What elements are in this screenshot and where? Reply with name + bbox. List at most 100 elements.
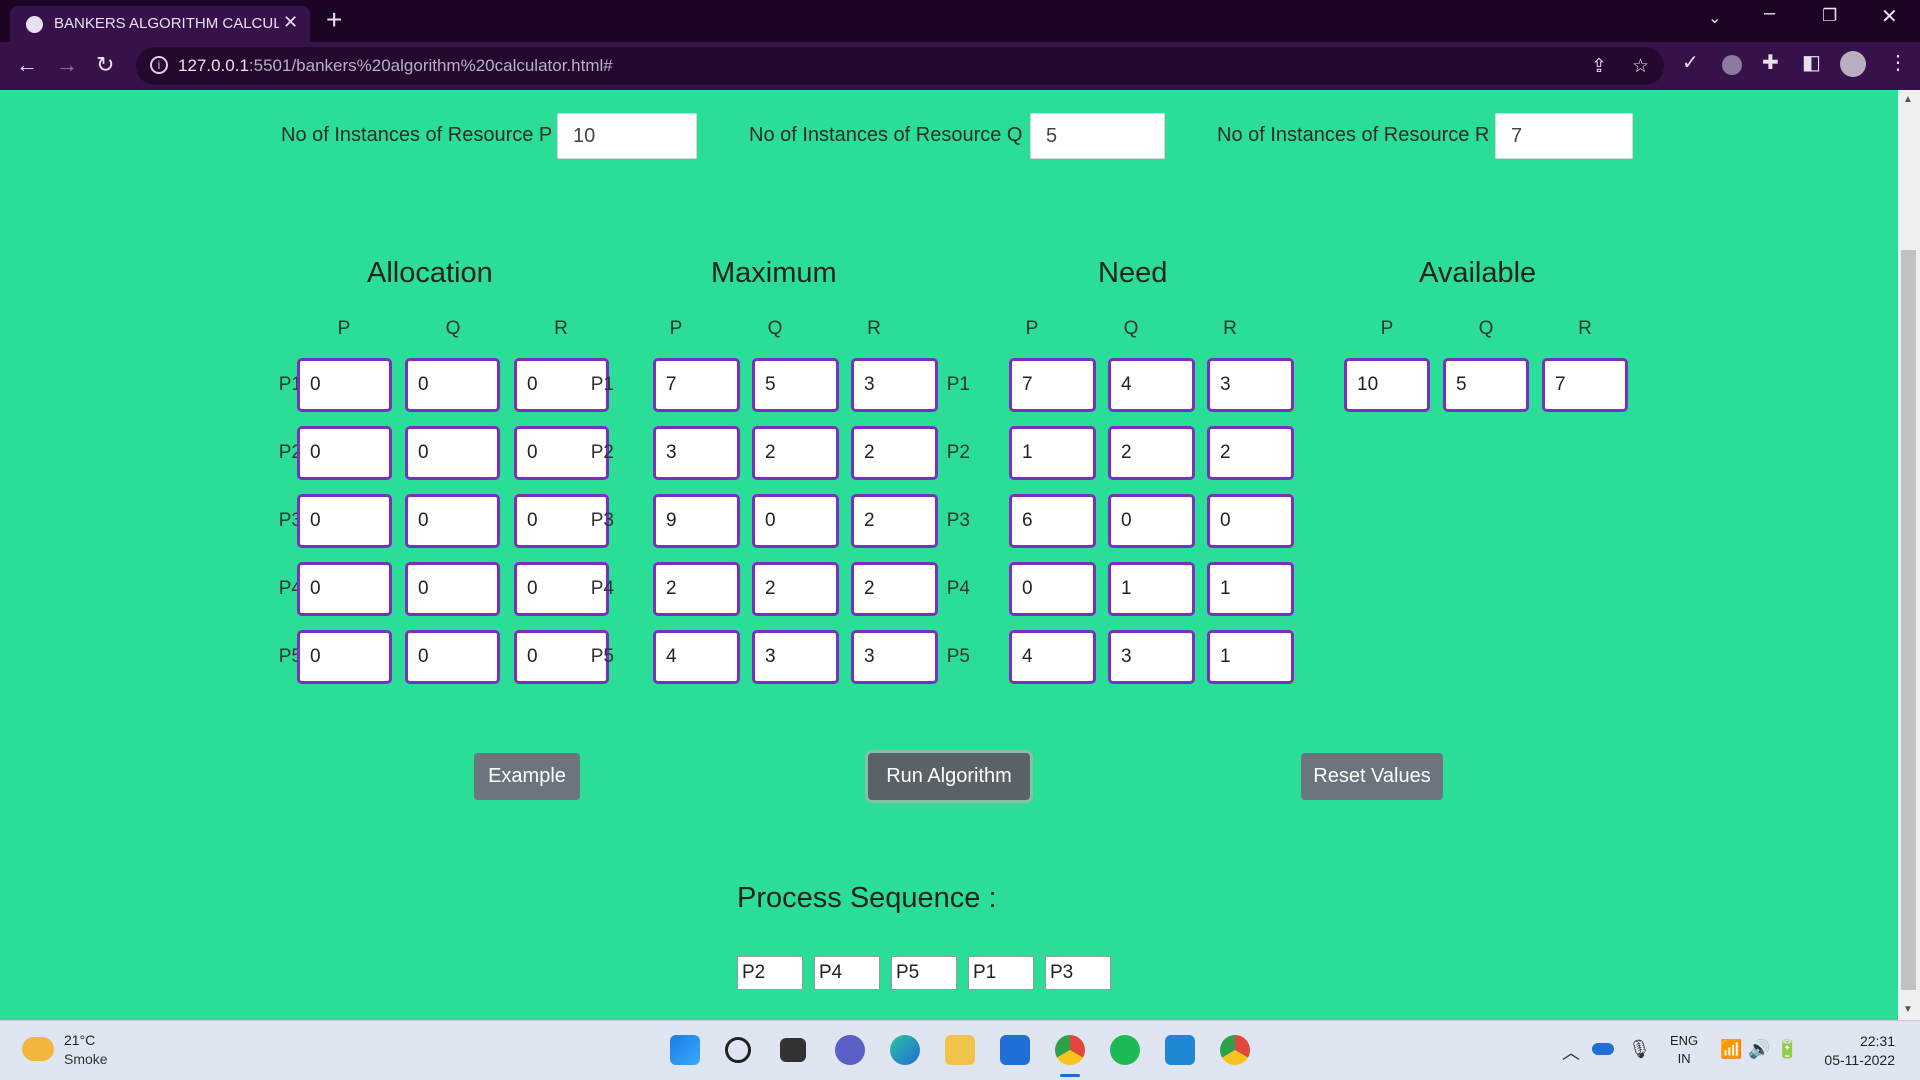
- need-cell[interactable]: [1108, 630, 1195, 684]
- maximum-cell[interactable]: [653, 630, 740, 684]
- restore-icon[interactable]: ❐: [1822, 6, 1837, 26]
- scroll-down-icon[interactable]: ▼: [1903, 1004, 1913, 1015]
- reload-icon[interactable]: ↻: [96, 52, 114, 78]
- maximum-cell[interactable]: [653, 358, 740, 412]
- need-cell[interactable]: [1108, 562, 1195, 616]
- maximum-cell[interactable]: [752, 426, 839, 480]
- maximum-cell[interactable]: [851, 358, 938, 412]
- sequence-box-5[interactable]: [1045, 956, 1111, 990]
- back-icon[interactable]: ←: [16, 52, 38, 78]
- maximum-cell[interactable]: [851, 426, 938, 480]
- allocation-cell[interactable]: [405, 358, 500, 412]
- volume-icon[interactable]: 🔊: [1748, 1039, 1770, 1060]
- profile-avatar[interactable]: [1840, 51, 1866, 77]
- file-explorer-icon[interactable]: [945, 1035, 975, 1065]
- resource-p-input[interactable]: [557, 113, 697, 159]
- share-icon[interactable]: ⇪: [1591, 55, 1607, 78]
- need-cell[interactable]: [1009, 358, 1096, 412]
- maximum-cell[interactable]: [752, 562, 839, 616]
- maximum-cell[interactable]: [752, 630, 839, 684]
- chrome-icon[interactable]: [1220, 1035, 1250, 1065]
- forward-icon[interactable]: →: [56, 52, 78, 78]
- side-panel-icon[interactable]: ◧: [1802, 50, 1821, 75]
- window-close-icon[interactable]: ✕: [1881, 4, 1898, 29]
- minimize-icon[interactable]: –: [1764, 2, 1775, 25]
- maximum-cell[interactable]: [851, 494, 938, 548]
- need-cell[interactable]: [1108, 426, 1195, 480]
- teams-chat-icon[interactable]: [835, 1035, 865, 1065]
- url-text[interactable]: 127.0.0.1:5501/bankers%20algorithm%20cal…: [178, 56, 613, 76]
- extensions-puzzle-icon[interactable]: ✚: [1762, 50, 1779, 75]
- need-cell[interactable]: [1009, 630, 1096, 684]
- mail-icon[interactable]: [1000, 1035, 1030, 1065]
- need-cell[interactable]: [1207, 426, 1294, 480]
- allocation-cell[interactable]: [405, 562, 500, 616]
- chrome-profile-icon[interactable]: [1055, 1035, 1085, 1065]
- edge-icon[interactable]: [890, 1035, 920, 1065]
- run-algorithm-button[interactable]: Run Algorithm: [868, 753, 1030, 800]
- allocation-cell[interactable]: [297, 630, 392, 684]
- browser-menu-icon[interactable]: ⋮: [1888, 50, 1908, 75]
- wifi-icon[interactable]: 📶: [1720, 1039, 1742, 1060]
- close-tab-icon[interactable]: ✕: [283, 12, 298, 33]
- weather-icon[interactable]: [22, 1037, 54, 1061]
- search-icon[interactable]: [725, 1037, 751, 1063]
- onedrive-icon[interactable]: [1592, 1043, 1614, 1055]
- allocation-cell[interactable]: [297, 494, 392, 548]
- maximum-cell[interactable]: [851, 630, 938, 684]
- allocation-cell[interactable]: [405, 630, 500, 684]
- extension-check-icon[interactable]: ✓: [1682, 50, 1699, 75]
- maximum-cell[interactable]: [653, 562, 740, 616]
- maximum-cell[interactable]: [653, 494, 740, 548]
- need-cell[interactable]: [1207, 562, 1294, 616]
- new-tab-icon[interactable]: +: [326, 5, 342, 35]
- allocation-cell[interactable]: [297, 358, 392, 412]
- vscode-icon[interactable]: [1165, 1035, 1195, 1065]
- maximum-cell[interactable]: [752, 494, 839, 548]
- sequence-box-1[interactable]: [737, 956, 803, 990]
- maximum-cell[interactable]: [653, 426, 740, 480]
- need-cell[interactable]: [1207, 494, 1294, 548]
- need-cell[interactable]: [1207, 630, 1294, 684]
- address-bar[interactable]: i 127.0.0.1:5501/bankers%20algorithm%20c…: [136, 47, 1664, 85]
- task-view-icon[interactable]: [780, 1038, 806, 1062]
- allocation-cell[interactable]: [405, 426, 500, 480]
- available-cell[interactable]: [1542, 358, 1628, 412]
- language-indicator[interactable]: ENG IN: [1670, 1032, 1698, 1068]
- allocation-cell[interactable]: [405, 494, 500, 548]
- clock[interactable]: 22:31 05-11-2022: [1810, 1032, 1895, 1070]
- need-cell[interactable]: [1009, 494, 1096, 548]
- browser-tab[interactable]: BANKERS ALGORITHM CALCULATOR ✕: [10, 6, 310, 42]
- scrollbar-thumb[interactable]: [1901, 250, 1916, 990]
- available-cell[interactable]: [1443, 358, 1529, 412]
- need-cell[interactable]: [1108, 494, 1195, 548]
- tab-search-chevron-icon[interactable]: ⌄: [1708, 8, 1721, 28]
- example-button[interactable]: Example: [474, 753, 580, 800]
- reset-values-button[interactable]: Reset Values: [1301, 753, 1443, 800]
- battery-icon[interactable]: 🔋: [1776, 1039, 1798, 1060]
- sequence-box-3[interactable]: [891, 956, 957, 990]
- scroll-up-icon[interactable]: ▲: [1903, 94, 1913, 105]
- site-info-icon[interactable]: i: [150, 56, 168, 74]
- clock-date: 05-11-2022: [1824, 1052, 1895, 1068]
- maximum-cell[interactable]: [851, 562, 938, 616]
- allocation-cell[interactable]: [297, 426, 392, 480]
- spotify-icon[interactable]: [1110, 1035, 1140, 1065]
- resource-r-input[interactable]: [1495, 113, 1633, 159]
- bookmark-star-icon[interactable]: ☆: [1632, 55, 1649, 78]
- extension-cursor-icon[interactable]: [1722, 55, 1742, 75]
- resource-q-input[interactable]: [1030, 113, 1165, 159]
- sequence-box-4[interactable]: [968, 956, 1034, 990]
- microphone-icon[interactable]: 🎙: [1628, 1039, 1651, 1060]
- maximum-cell[interactable]: [752, 358, 839, 412]
- sequence-box-2[interactable]: [814, 956, 880, 990]
- start-icon[interactable]: [670, 1035, 700, 1065]
- tray-chevron-icon[interactable]: ︿: [1562, 1039, 1580, 1065]
- available-cell[interactable]: [1344, 358, 1430, 412]
- need-cell[interactable]: [1108, 358, 1195, 412]
- need-cell[interactable]: [1009, 426, 1096, 480]
- need-cell[interactable]: [1009, 562, 1096, 616]
- need-cell[interactable]: [1207, 358, 1294, 412]
- allocation-cell[interactable]: [297, 562, 392, 616]
- available-col-header: Q: [1478, 318, 1494, 339]
